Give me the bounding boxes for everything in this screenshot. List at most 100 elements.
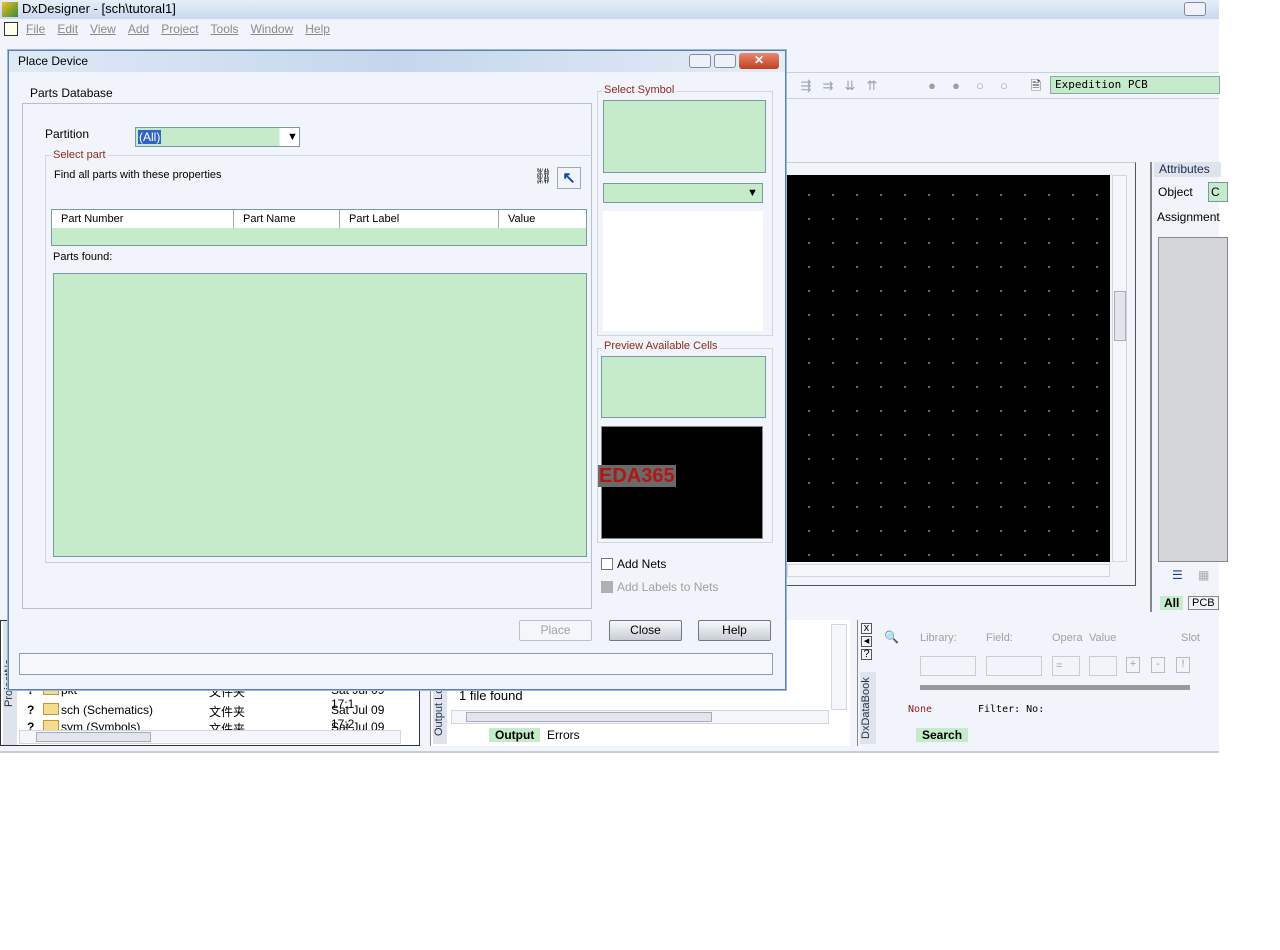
bulb-icon[interactable]: ○ xyxy=(972,78,988,94)
remove-condition-button[interactable]: - xyxy=(1151,657,1165,673)
menu-edit[interactable]: Edit xyxy=(57,22,78,36)
tab-all[interactable]: All xyxy=(1160,596,1184,610)
pin-icon[interactable]: ◂ xyxy=(861,636,872,647)
field-label: Field: xyxy=(986,632,1013,644)
app-logo-icon xyxy=(2,2,18,17)
attribute-list[interactable] xyxy=(1158,237,1228,562)
place-button[interactable]: Place xyxy=(519,620,592,641)
tab-errors[interactable]: Errors xyxy=(547,728,580,742)
databook-panel: DxDataBook x ◂ ? 🔍 Library: Field: Opera… xyxy=(857,620,1219,746)
menu-tools[interactable]: Tools xyxy=(211,22,239,36)
attributes-header: Attributes xyxy=(1154,162,1221,177)
tab-pcb[interactable]: PCB xyxy=(1188,596,1219,610)
add-labels-label: Add Labels to Nets xyxy=(617,580,719,594)
close-window-button[interactable]: ✕ xyxy=(739,53,779,69)
property-icon[interactable]: ▦ xyxy=(1198,568,1209,582)
operator-label: Opera xyxy=(1052,632,1083,644)
library-label: Library: xyxy=(920,632,957,644)
add-condition-button[interactable]: + xyxy=(1126,657,1140,673)
horizontal-scrollbar[interactable] xyxy=(787,564,1110,577)
select-part-label: Select part xyxy=(51,149,108,161)
property-grid[interactable]: Part Number Part Name Part Label Value xyxy=(51,209,587,246)
bulb-icon[interactable]: ○ xyxy=(996,78,1012,94)
watermark-logo: EDA365 xyxy=(598,465,676,487)
filter-none-text: None xyxy=(908,704,933,715)
menu-bar: File Edit View Add Project Tools Window Help xyxy=(0,19,1219,39)
schematic-canvas[interactable] xyxy=(787,175,1110,562)
net-icon[interactable]: ☰ xyxy=(1172,568,1183,582)
object-label: Object xyxy=(1158,185,1193,199)
field-select[interactable] xyxy=(986,656,1042,676)
binoculars-icon[interactable]: ⛓ xyxy=(531,167,555,189)
attributes-panel: Attributes Object C Assignment ☰ ▦ All P… xyxy=(1150,162,1228,612)
output-hscrollbar[interactable] xyxy=(451,710,829,724)
bulb-icon[interactable]: ● xyxy=(924,78,940,94)
chevron-down-icon: ▼ xyxy=(747,187,758,199)
menu-file[interactable]: File xyxy=(26,22,45,36)
align-icon[interactable]: ⇉ xyxy=(820,78,836,94)
column-part-number[interactable]: Part Number xyxy=(52,210,234,228)
align-icon[interactable]: ⇶ xyxy=(798,78,814,94)
column-part-name[interactable]: Part Name xyxy=(234,210,340,228)
value-label: Value xyxy=(1089,632,1117,644)
minimize-button[interactable] xyxy=(1184,2,1206,16)
flow-combo[interactable]: Expedition PCB xyxy=(1050,76,1220,94)
value-select[interactable] xyxy=(1089,656,1117,676)
partition-label: Partition xyxy=(45,127,90,141)
symbol-list[interactable] xyxy=(603,100,766,173)
menu-view[interactable]: View xyxy=(90,22,116,36)
title-bar: DxDesigner - [sch\tutoral1] xyxy=(0,0,1219,19)
project-hscrollbar[interactable] xyxy=(19,730,401,744)
databook-progress xyxy=(920,685,1190,690)
close-icon[interactable]: x xyxy=(861,623,872,634)
cells-list[interactable] xyxy=(601,356,766,418)
find-text: Find all parts with these properties xyxy=(54,169,222,181)
menu-add[interactable]: Add xyxy=(128,22,149,36)
partition-select[interactable]: (All) ▼ xyxy=(135,127,300,147)
vertical-scrollbar[interactable] xyxy=(1112,175,1127,562)
column-value[interactable]: Value xyxy=(499,210,586,228)
tab-search[interactable]: Search xyxy=(916,728,969,742)
databook-label: DxDataBook xyxy=(860,672,876,744)
bulb-icon[interactable]: ● xyxy=(948,78,964,94)
minimize-button[interactable] xyxy=(689,54,711,68)
maximize-button[interactable] xyxy=(714,54,736,68)
dialog-title: Place Device xyxy=(18,54,89,68)
operator-select[interactable]: = xyxy=(1052,656,1080,676)
output-vscrollbar[interactable] xyxy=(831,624,847,710)
add-nets-checkbox[interactable] xyxy=(601,558,613,570)
chevron-down-icon: ▼ xyxy=(287,131,298,143)
select-symbol-label: Select Symbol xyxy=(602,84,677,96)
symbol-preview xyxy=(603,211,763,331)
document-icon xyxy=(4,22,18,36)
column-part-label[interactable]: Part Label xyxy=(340,210,499,228)
output-text: 1 file found xyxy=(459,688,523,703)
new-document-icon[interactable]: 🗎 xyxy=(1028,78,1044,94)
align-icon[interactable]: ⇈ xyxy=(864,78,880,94)
object-field[interactable]: C xyxy=(1208,182,1228,202)
menu-window[interactable]: Window xyxy=(251,22,294,36)
slot-label: Slot xyxy=(1181,632,1200,644)
status-bar xyxy=(19,653,773,675)
symbol-select[interactable]: ▼ xyxy=(603,183,763,203)
select-arrow-icon[interactable]: ↖ xyxy=(557,167,581,189)
filter-text: Filter: No: xyxy=(978,704,1045,715)
align-icon[interactable]: ⇊ xyxy=(842,78,858,94)
search-tool-icon[interactable]: 🔍 xyxy=(884,630,899,644)
tab-output[interactable]: Output xyxy=(489,728,541,742)
close-button[interactable]: Close xyxy=(609,620,682,641)
add-labels-checkbox[interactable] xyxy=(601,581,613,593)
assignment-label: Assignment xyxy=(1157,210,1220,224)
library-select[interactable] xyxy=(920,656,976,676)
place-device-dialog: Place Device ✕ Parts Database Partition … xyxy=(8,50,786,690)
dialog-title-bar: Place Device ✕ xyxy=(9,51,785,72)
tab-parts-database[interactable]: Parts Database xyxy=(22,86,121,100)
help-button[interactable]: Help xyxy=(698,620,771,641)
menu-project[interactable]: Project xyxy=(161,22,198,36)
help-icon[interactable]: ? xyxy=(861,649,872,660)
not-condition-button[interactable]: ! xyxy=(1176,657,1190,673)
menu-help[interactable]: Help xyxy=(305,22,330,36)
preview-cells-label: Preview Available Cells xyxy=(602,340,720,352)
add-nets-label: Add Nets xyxy=(617,557,667,571)
parts-found-list[interactable] xyxy=(53,273,587,557)
